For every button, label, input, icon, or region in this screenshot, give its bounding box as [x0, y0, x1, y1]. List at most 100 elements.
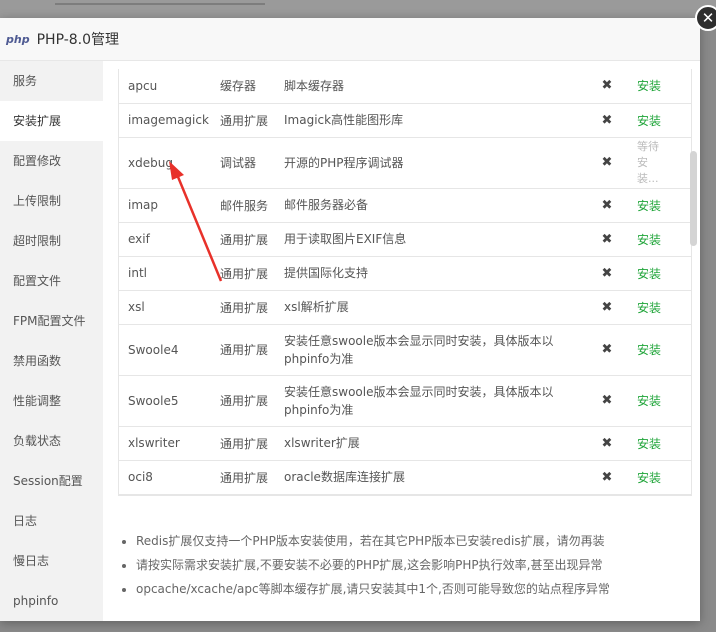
background-window [0, 0, 716, 18]
extension-action-cell: 安装 [630, 460, 691, 495]
sidebar-item[interactable]: 服务 [0, 61, 103, 101]
notes-list: Redis扩展仅支持一个PHP版本安装使用，若在其它PHP版本已安装redis扩… [118, 529, 716, 601]
extension-name: Swoole4 [119, 324, 220, 376]
extensions-table: apcu 缓存器 脚本缓存器 ✖ 安装 imagemagick 通用扩展 Imagick高性能… [119, 69, 691, 495]
remove-icon[interactable]: ✖ [584, 69, 630, 104]
sidebar-item[interactable]: 安装扩展 [0, 101, 103, 141]
extension-name: imagemagick [119, 103, 220, 138]
extension-type: 通用扩展 [220, 324, 284, 376]
extension-action-cell: 安装 [630, 290, 691, 325]
extension-description: 邮件服务器必备 [284, 188, 584, 223]
extension-type: 通用扩展 [220, 222, 284, 257]
extension-name: xdebug [119, 137, 220, 189]
extension-action-cell: 安装 [630, 375, 691, 427]
extension-action-cell: 安装 [630, 324, 691, 376]
extension-action-cell: 等待安装... [630, 137, 691, 189]
extension-type: 通用扩展 [220, 103, 284, 138]
note-item: opcache/xcache/apc等脚本缓存扩展,请只安装其中1个,否则可能导… [136, 577, 716, 601]
extension-action-cell: 安装 [630, 188, 691, 223]
extension-name: Swoole5 [119, 375, 220, 427]
sidebar: 服务 安装扩展 配置修改 上传限制 超时限制 配置文件 FPM配置文件 禁用函数 性能调整 负载状… [0, 61, 103, 621]
table-row: xdebug 调试器 开源的PHP程序调试器 ✖ 等待安装... [119, 137, 691, 189]
remove-icon[interactable]: ✖ [584, 426, 630, 461]
extension-description: Imagick高性能图形库 [284, 103, 584, 138]
install-button[interactable]: 安装 [637, 267, 661, 281]
install-button[interactable]: 安装 [637, 394, 661, 408]
extension-action-cell: 安装 [630, 256, 691, 291]
extensions-panel: apcu 缓存器 脚本缓存器 ✖ 安装 imagemagick 通用扩展 Imagick高性能… [103, 61, 700, 621]
extension-description: oracle数据库连接扩展 [284, 460, 584, 495]
sidebar-item[interactable]: 配置文件 [0, 261, 103, 301]
sidebar-item[interactable]: FPM配置文件 [0, 301, 103, 341]
extension-type: 缓存器 [220, 69, 284, 104]
remove-icon[interactable]: ✖ [584, 188, 630, 223]
extension-description: 开源的PHP程序调试器 [284, 137, 584, 189]
table-row: xsl 通用扩展 xsl解析扩展 ✖ 安装 [119, 290, 691, 325]
sidebar-item[interactable]: 配置修改 [0, 141, 103, 181]
extension-description: xsl解析扩展 [284, 290, 584, 325]
install-button[interactable]: 安装 [637, 79, 661, 93]
remove-icon[interactable]: ✖ [584, 290, 630, 325]
install-button[interactable]: 安装 [637, 114, 661, 128]
remove-icon[interactable]: ✖ [584, 324, 630, 376]
table-scrollbar[interactable] [690, 151, 697, 246]
dialog-titlebar: php PHP-8.0管理 [0, 18, 700, 61]
install-button[interactable]: 安装 [637, 233, 661, 247]
install-button[interactable]: 安装 [637, 301, 661, 315]
background-bar [55, 3, 265, 5]
table-row: oci8 通用扩展 oracle数据库连接扩展 ✖ 安装 [119, 460, 691, 495]
extension-action-cell: 安装 [630, 426, 691, 461]
dialog-title: PHP-8.0管理 [36, 32, 120, 48]
table-row: Swoole4 通用扩展 安装任意swoole版本会显示同时安装，具体版本以phpi… [119, 324, 691, 376]
extension-type: 调试器 [220, 137, 284, 189]
extension-name: oci8 [119, 460, 220, 495]
close-icon[interactable]: ✕ [695, 5, 716, 31]
extension-description: 提供国际化支持 [284, 256, 584, 291]
install-button[interactable]: 安装 [637, 471, 661, 485]
sidebar-item[interactable]: 禁用函数 [0, 341, 103, 381]
table-row: apcu 缓存器 脚本缓存器 ✖ 安装 [119, 69, 691, 104]
sidebar-item[interactable]: phpinfo [0, 581, 103, 621]
note-item: Redis扩展仅支持一个PHP版本安装使用，若在其它PHP版本已安装redis扩… [136, 529, 716, 553]
sidebar-item[interactable]: 性能调整 [0, 381, 103, 421]
sidebar-item[interactable]: 慢日志 [0, 541, 103, 581]
remove-icon[interactable]: ✖ [584, 222, 630, 257]
extension-description: 安装任意swoole版本会显示同时安装，具体版本以phpinfo为准 [284, 324, 584, 376]
table-row: intl 通用扩展 提供国际化支持 ✖ 安装 [119, 256, 691, 291]
sidebar-item[interactable]: 超时限制 [0, 221, 103, 261]
extension-name: xsl [119, 290, 220, 325]
extension-name: intl [119, 256, 220, 291]
sidebar-item[interactable]: Session配置 [0, 461, 103, 501]
sidebar-item[interactable]: 负载状态 [0, 421, 103, 461]
extension-type: 通用扩展 [220, 426, 284, 461]
remove-icon[interactable]: ✖ [584, 256, 630, 291]
extension-name: xlswriter [119, 426, 220, 461]
extensions-table-wrap: apcu 缓存器 脚本缓存器 ✖ 安装 imagemagick 通用扩展 Imagick高性能… [118, 69, 692, 496]
php-manager-dialog: php PHP-8.0管理 服务 安装扩展 配置修改 上传限制 超时限制 配置文件 FPM配… [0, 18, 700, 621]
extension-type: 通用扩展 [220, 256, 284, 291]
table-row: Swoole5 通用扩展 安装任意swoole版本会显示同时安装，具体版本以phpi… [119, 375, 691, 427]
table-row: imap 邮件服务 邮件服务器必备 ✖ 安装 [119, 188, 691, 223]
extension-type: 通用扩展 [220, 375, 284, 427]
extension-name: exif [119, 222, 220, 257]
remove-icon[interactable]: ✖ [584, 460, 630, 495]
remove-icon[interactable]: ✖ [584, 137, 630, 189]
sidebar-item[interactable]: 上传限制 [0, 181, 103, 221]
sidebar-item[interactable]: 日志 [0, 501, 103, 541]
extension-description: xlswriter扩展 [284, 426, 584, 461]
extension-type: 通用扩展 [220, 460, 284, 495]
install-button[interactable]: 安装 [637, 199, 661, 213]
extension-name: apcu [119, 69, 220, 104]
extension-type: 邮件服务 [220, 188, 284, 223]
extension-description: 脚本缓存器 [284, 69, 584, 104]
table-row: exif 通用扩展 用于读取图片EXIF信息 ✖ 安装 [119, 222, 691, 257]
remove-icon[interactable]: ✖ [584, 103, 630, 138]
remove-icon[interactable]: ✖ [584, 375, 630, 427]
install-button[interactable]: 安装 [637, 437, 661, 451]
extension-name: imap [119, 188, 220, 223]
extension-action-cell: 安装 [630, 222, 691, 257]
extension-description: 用于读取图片EXIF信息 [284, 222, 584, 257]
extension-type: 通用扩展 [220, 290, 284, 325]
table-row: xlswriter 通用扩展 xlswriter扩展 ✖ 安装 [119, 426, 691, 461]
install-button[interactable]: 安装 [637, 343, 661, 357]
